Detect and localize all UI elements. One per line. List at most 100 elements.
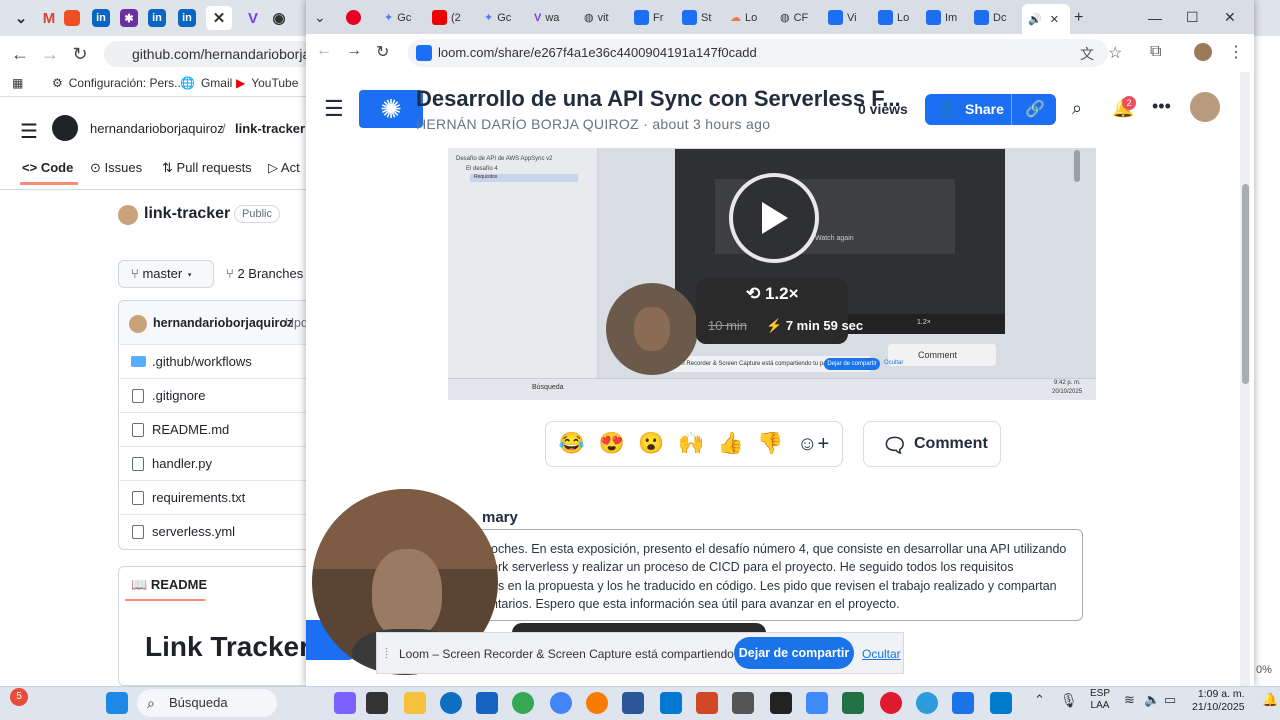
tab-actions[interactable]: ▷ Act (268, 160, 300, 176)
background-address-bar[interactable]: github.com/hernandarioborjaquir (104, 41, 314, 67)
drag-handle-icon[interactable]: ⦙ (385, 645, 388, 662)
github-logo-icon[interactable] (52, 115, 78, 141)
app-icon[interactable] (732, 692, 754, 714)
chrome-icon[interactable] (512, 692, 534, 714)
site-info-icon[interactable] (416, 45, 432, 61)
back-icon[interactable]: ← (8, 42, 32, 66)
thumbs-up-emoji-icon[interactable]: 👍 (718, 432, 744, 456)
reload-icon[interactable]: ↻ (68, 42, 92, 66)
tab-gemini[interactable]: ✦ Gc (484, 5, 524, 30)
tab-vercel[interactable]: Vwa (534, 5, 574, 30)
word-icon[interactable] (622, 692, 644, 714)
close-tab-icon[interactable]: ✕ (206, 6, 232, 30)
reload-icon[interactable]: ↻ (376, 42, 389, 62)
translate-icon[interactable]: 文 (1080, 44, 1094, 64)
hamburger-menu-icon[interactable]: ☰ (324, 96, 344, 122)
minimize-icon[interactable]: — (1148, 5, 1162, 30)
github-tab-icon[interactable]: ◉ (266, 6, 292, 30)
laugh-emoji-icon[interactable]: 😂 (559, 432, 585, 456)
file-row[interactable]: requirements.txt (118, 480, 318, 514)
readme-tab[interactable]: 📖 README (131, 577, 207, 593)
close-window-icon[interactable]: ✕ (1224, 5, 1236, 30)
tab-im[interactable]: Im (926, 5, 966, 30)
file-explorer-icon[interactable] (404, 692, 426, 714)
new-tab-icon[interactable]: + (1074, 5, 1083, 30)
branch-selector[interactable]: ⑂ master ▾ (118, 260, 214, 288)
linkedin-tab-icon[interactable]: in (178, 9, 196, 27)
azure-icon[interactable] (660, 692, 682, 714)
file-row[interactable]: serverless.yml (118, 514, 318, 548)
tab-issues[interactable]: ⊙ Issues (90, 160, 142, 176)
notepad-icon[interactable] (952, 692, 974, 714)
tab-active[interactable]: 🔊 ✕ (1022, 4, 1070, 34)
copilot-icon[interactable] (334, 692, 356, 714)
more-menu-icon[interactable]: ⋮ (1228, 42, 1244, 62)
close-tab-icon[interactable]: ✕ (1050, 13, 1059, 26)
tab-lo[interactable]: Lo (878, 5, 918, 30)
tab-list-icon[interactable]: ⌄ (314, 5, 326, 30)
share-button[interactable]: 👤 Share 🔗 (925, 94, 1056, 125)
tab-lo[interactable]: ☁ Lo (730, 5, 770, 30)
edge-icon[interactable] (440, 692, 462, 714)
clock[interactable]: 1:09 a. m. 21/10/2025 (1192, 688, 1245, 714)
defender-icon[interactable] (476, 692, 498, 714)
battery-icon[interactable]: ▭ (1164, 692, 1176, 708)
inner-scroll-thumb[interactable] (1074, 150, 1080, 182)
search-icon[interactable]: ⌕ (1072, 98, 1082, 119)
language-indicator[interactable]: ESP LAA (1090, 688, 1110, 712)
office-tab-icon[interactable] (64, 10, 80, 26)
gmail-tab-icon[interactable]: M (36, 6, 62, 30)
tab-gemini[interactable]: ✦ Gc (384, 5, 424, 30)
loom-logo-icon[interactable]: ✺ (359, 90, 423, 128)
chrome-profile-icon[interactable] (916, 692, 938, 714)
raised-hands-emoji-icon[interactable]: 🙌 (678, 432, 704, 456)
vscode-icon[interactable] (990, 692, 1012, 714)
tab-vi[interactable]: Vi (828, 5, 868, 30)
scrollbar-thumb[interactable] (1242, 184, 1249, 384)
thumbs-down-emoji-icon[interactable]: 👎 (757, 432, 783, 456)
volume-icon[interactable]: 🔈 (1144, 692, 1160, 708)
comment-button[interactable]: 🗨 Comment (863, 421, 1001, 467)
bookmark-gmail[interactable]: 🌐 Gmail (180, 76, 232, 90)
extensions-icon[interactable]: ⧉ (1150, 43, 1161, 61)
back-icon[interactable]: ← (316, 42, 332, 60)
wifi-icon[interactable]: ≋ (1124, 692, 1135, 708)
hamburger-menu-icon[interactable]: ☰ (20, 119, 38, 144)
hide-link[interactable]: Ocultar (862, 647, 901, 661)
maximize-icon[interactable]: ☐ (1186, 5, 1199, 30)
file-row[interactable]: .gitignore (118, 378, 318, 412)
add-reaction-icon[interactable]: ☺+ (797, 433, 829, 456)
tab-pull-requests[interactable]: ⇅ Pull requests (162, 160, 252, 176)
forward-icon[interactable]: → (38, 42, 62, 66)
bookmark-youtube[interactable]: ▶ YouTube (236, 76, 298, 90)
repo-name-link[interactable]: link-tracker (235, 121, 305, 136)
chrome-icon[interactable] (550, 692, 572, 714)
tab-fr[interactable]: Fr (634, 5, 674, 30)
repo-owner-link[interactable]: hernandarioborjaquiroz (90, 121, 224, 136)
star-icon[interactable]: ☆ (1108, 43, 1122, 63)
forward-icon[interactable]: → (346, 42, 362, 60)
opera-icon[interactable] (880, 692, 902, 714)
tab-video[interactable]: ◍ vit (584, 5, 624, 30)
commit-author[interactable]: hernandarioborjaquiroz (153, 316, 293, 330)
snipping-icon[interactable] (806, 692, 828, 714)
powerpoint-icon[interactable] (696, 692, 718, 714)
tab-dc[interactable]: Dc (974, 5, 1014, 30)
windows-start-icon[interactable] (106, 692, 128, 714)
link-icon[interactable]: 🔗 (1025, 99, 1045, 119)
stop-sharing-button[interactable]: Dejar de compartir (734, 637, 854, 669)
linkedin-tab-icon[interactable]: in (148, 9, 166, 27)
play-button[interactable] (729, 173, 819, 263)
more-options-icon[interactable]: ••• (1152, 96, 1171, 117)
linkedin-tab-icon[interactable]: in (92, 9, 110, 27)
vscode-tab-icon[interactable]: V (240, 6, 266, 30)
heart-eyes-emoji-icon[interactable]: 😍 (599, 432, 625, 456)
file-row[interactable]: README.md (118, 412, 318, 446)
task-view-icon[interactable] (366, 692, 388, 714)
profile-avatar[interactable] (1194, 43, 1212, 61)
tab-pinterest[interactable] (346, 5, 361, 30)
speed-badge[interactable]: ⟲ 1.2× 10 min ⚡ 7 min 59 sec (696, 278, 863, 344)
tab-list-icon[interactable]: ⌄ (8, 6, 34, 30)
postman-icon[interactable] (586, 692, 608, 714)
bell-icon[interactable]: 🔔 (1262, 692, 1278, 708)
